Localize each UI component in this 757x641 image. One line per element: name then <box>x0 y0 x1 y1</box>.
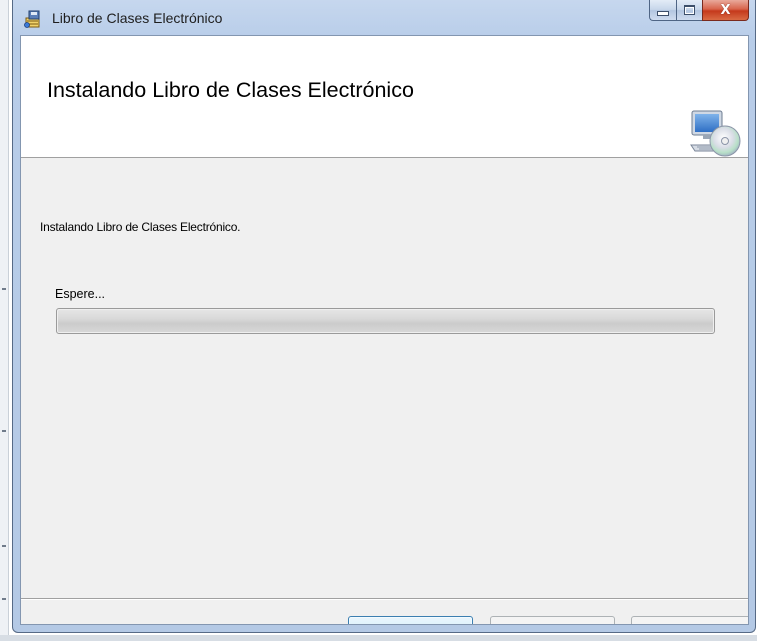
installer-app-icon[interactable] <box>23 9 43 29</box>
page-title: Instalando Libro de Clases Electrónico <box>47 78 414 102</box>
install-progress-bar <box>56 308 715 334</box>
maximize-icon <box>684 5 695 15</box>
status-message: Instalando Libro de Clases Electrónico. <box>40 220 241 234</box>
minimize-button[interactable] <box>649 0 676 21</box>
cancel-button[interactable]: Cancelar <box>348 616 473 624</box>
header-banner: Instalando Libro de Clases Electrónico <box>21 36 748 158</box>
edge-tick <box>2 288 6 290</box>
next-button[interactable]: Siguiente > <box>631 616 748 624</box>
back-button[interactable]: < Atrás <box>490 616 615 624</box>
caption-buttons: X <box>649 0 749 22</box>
dialog-client-area: Instalando Libro de Clases Electrónico I… <box>20 35 749 625</box>
window-title: Libro de Clases Electrónico <box>52 10 223 26</box>
maximize-button[interactable] <box>676 0 702 21</box>
background-window-edge <box>0 0 9 641</box>
edge-tick <box>2 598 6 600</box>
close-button[interactable]: X <box>702 0 749 21</box>
wait-label: Espere... <box>55 287 106 301</box>
installer-window: Libro de Clases Electrónico X Instalando… <box>12 0 756 633</box>
edge-tick <box>2 545 6 547</box>
background-window-bottom <box>0 635 757 641</box>
minimize-icon <box>657 11 669 16</box>
close-icon: X <box>720 2 731 18</box>
footer-divider <box>21 598 748 600</box>
computer-cd-icon <box>689 109 741 159</box>
edge-tick <box>2 430 6 432</box>
title-bar[interactable]: Libro de Clases Electrónico X <box>13 0 755 35</box>
